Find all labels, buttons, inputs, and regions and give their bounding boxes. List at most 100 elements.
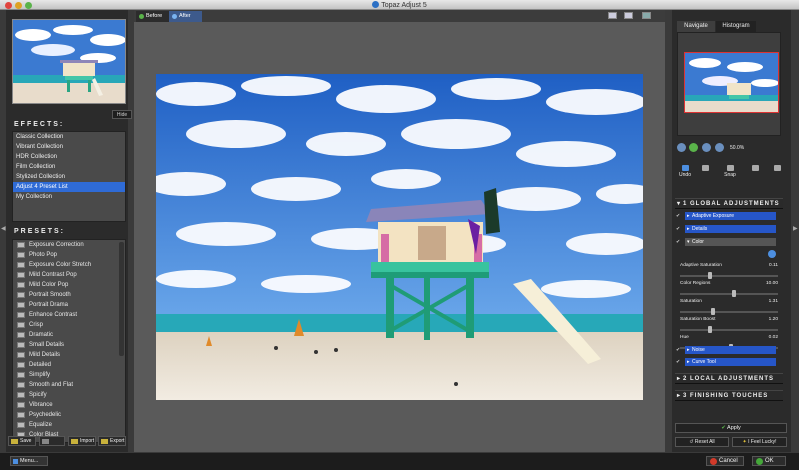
slider-track[interactable] [680,293,778,295]
effects-label: EFFECTS: [14,121,65,128]
compare-button[interactable] [767,165,787,172]
preset-item[interactable]: Mild Details [13,350,125,360]
preset-item[interactable]: Small Details [13,340,125,350]
preset-item[interactable]: Spicify [13,390,125,400]
collapse-right-arrow-icon[interactable]: ▶ [793,225,798,232]
zoom-fit-icon[interactable] [689,143,698,152]
color-checkbox[interactable]: ✔ [676,240,681,245]
slider-adaptive-saturation[interactable]: Adaptive Saturation 0.11 [680,262,778,282]
collapse-left-arrow-icon[interactable]: ◀ [1,225,6,232]
effects-item[interactable]: Stylized Collection [13,172,125,182]
slider-track[interactable] [680,329,778,331]
slider-knob[interactable] [708,272,713,279]
apply-button[interactable]: ✔ Apply [675,423,787,433]
preset-item[interactable]: Crisp [13,320,125,330]
menu-button[interactable]: Menu... [10,456,48,466]
compare-view-icon[interactable] [642,12,651,19]
noise-checkbox[interactable]: ✔ [676,348,681,353]
import-button[interactable]: Import [68,436,96,446]
preset-item[interactable]: Dramatic [13,330,125,340]
effects-item[interactable]: HDR Collection [13,152,125,162]
preset-item[interactable]: Vibrance [13,400,125,410]
effects-item[interactable]: Classic Collection [13,132,125,142]
preset-item[interactable]: Mild Contrast Pop [13,270,125,280]
slider-color-regions[interactable]: Color Regions 10.00 [680,280,778,300]
slider-knob[interactable] [711,308,716,315]
preset-item[interactable]: Enhance Contrast [13,310,125,320]
reset-all-button[interactable]: ↺ Reset All [675,437,729,447]
preset-options-button[interactable] [39,436,65,446]
color-item[interactable]: ▾ Color [685,238,776,246]
slider-track[interactable] [680,311,778,313]
effects-item[interactable]: Film Collection [13,162,125,172]
save-button[interactable]: Save [8,436,36,446]
details-item[interactable]: ▸ Details [685,225,776,233]
preset-label: Dramatic [29,332,54,338]
zoom-in-icon[interactable] [702,143,711,152]
preset-label: Exposure Correction [29,242,84,248]
snap-button[interactable]: Snap [720,165,740,178]
curve-tool-checkbox[interactable]: ✔ [676,360,681,365]
preset-item[interactable]: Mild Color Pop [13,280,125,290]
main-image[interactable] [156,74,643,400]
noise-item[interactable]: ▸ Noise [685,346,776,354]
navigator-thumbnail[interactable] [684,52,779,113]
tab-histogram[interactable]: Histogram [716,21,756,32]
slider-label: Color Regions [680,281,711,286]
preset-label: Exposure Color Stretch [29,262,92,268]
preset-item[interactable]: Detailed [13,360,125,370]
zoom-out-icon[interactable] [677,143,686,152]
effects-item[interactable]: Adjust 4 Preset List [13,182,125,192]
preset-label: Small Details [29,342,65,348]
export-button[interactable]: Export [98,436,126,446]
preset-thumbnail-icon [17,412,25,418]
preset-thumbnail-icon [17,332,25,338]
preset-item[interactable]: Equalize [13,420,125,430]
effects-item[interactable]: My Collection [13,192,125,202]
finishing-touches-header[interactable]: ▸ 3 FINISHING TOUCHES [675,390,783,401]
adaptive-exposure-checkbox[interactable]: ✔ [676,214,681,219]
global-adjustments-header[interactable]: ▾ 1 GLOBAL ADJUSTMENTS [675,198,783,209]
preset-label: Simplify [29,372,51,378]
preset-thumbnail-icon [17,322,25,328]
cancel-button[interactable]: Cancel [706,456,744,466]
feel-lucky-button[interactable]: ✦ I Feel Lucky! [732,437,787,447]
slider-track[interactable] [680,275,778,277]
preset-item[interactable]: Psychedelic [13,410,125,420]
adaptive-exposure-item[interactable]: ▸ Adaptive Exposure [685,212,776,220]
preset-item[interactable]: Exposure Color Stretch [13,260,125,270]
preset-item[interactable]: Photo Pop [13,250,125,260]
apply-label: Apply [727,425,741,431]
local-adjustments-header[interactable]: ▸ 2 LOCAL ADJUSTMENTS [675,373,783,384]
hide-button[interactable]: Hide [112,110,132,119]
before-dot-icon [139,14,144,19]
tab-after[interactable]: After [169,11,202,22]
redo-button[interactable] [695,165,715,172]
effects-item[interactable]: Vibrant Collection [13,142,125,152]
slider-knob[interactable] [708,326,713,333]
preset-item[interactable]: Smooth and Flat [13,380,125,390]
undo-button[interactable]: Undo [675,165,695,178]
tab-navigate[interactable]: Navigate [677,21,715,32]
slider-knob[interactable] [731,290,736,297]
details-checkbox[interactable]: ✔ [676,227,681,232]
preset-item[interactable]: Simplify [13,370,125,380]
slider-saturation-boost[interactable]: Saturation Boost 1.20 [680,316,778,336]
export-icon [101,439,108,444]
adaptive-exposure-label: Adaptive Exposure [692,213,734,219]
split-view-icon[interactable] [624,12,633,19]
curve-tool-item[interactable]: ▸ Curve Tool [685,358,776,366]
color-reset-icon[interactable] [768,250,776,258]
window-title-text: Topaz Adjust 5 [381,2,427,9]
preset-item[interactable]: Exposure Correction [13,240,125,250]
preset-item[interactable]: Portrait Drama [13,300,125,310]
slider-saturation[interactable]: Saturation 1.31 [680,298,778,318]
right-panel: Navigate Histogram 50.0% Undo Snap ▾ 1 GL… [672,10,791,452]
single-view-icon[interactable] [608,12,617,19]
preset-item[interactable]: Portrait Smooth [13,290,125,300]
zoom-actual-icon[interactable] [715,143,724,152]
ok-button[interactable]: OK [752,456,786,466]
comment-button[interactable] [745,165,765,172]
menu-label: Menu... [20,458,39,464]
tab-before[interactable]: Before [136,11,169,22]
